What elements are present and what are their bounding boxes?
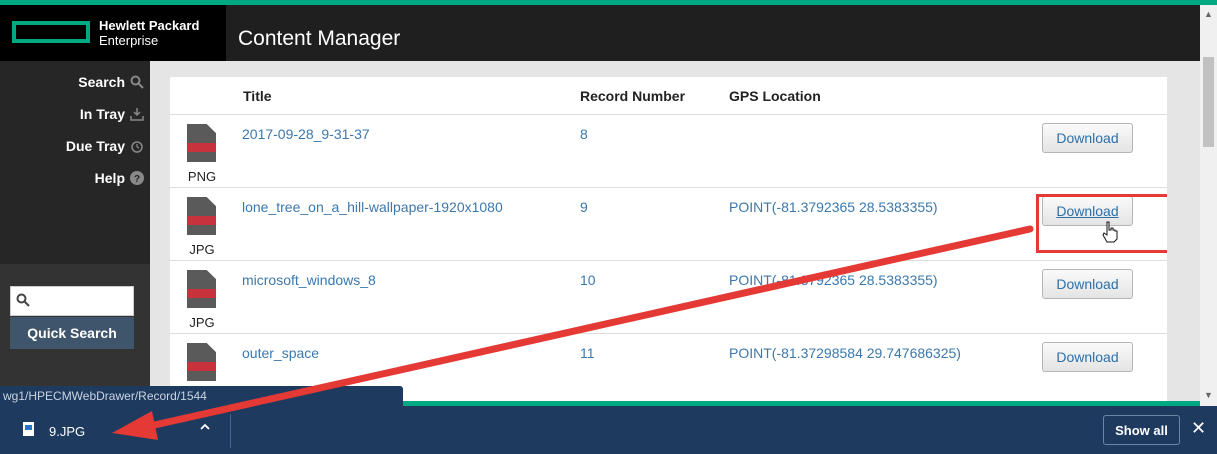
sidebar-item-label: Help	[94, 170, 125, 186]
scroll-up-arrow-icon[interactable]: ▲	[1204, 9, 1213, 19]
file-icon	[187, 270, 216, 308]
hand-cursor-icon	[1102, 221, 1118, 249]
hpe-rectangle-logo-icon	[12, 21, 90, 43]
table-row: JPG microsoft_windows_8 10 POINT(-81.379…	[170, 261, 1167, 334]
quick-search-panel: Quick Search	[0, 264, 150, 406]
record-title-link[interactable]: lone_tree_on_a_hill-wallpaper-1920x1080	[242, 199, 503, 215]
record-title-link[interactable]: outer_space	[242, 345, 319, 361]
file-icon	[187, 124, 216, 162]
help-icon: ?	[130, 171, 144, 185]
table-row: PNG 2017-09-28_9-31-37 8 Download	[170, 115, 1167, 188]
app-header: Hewlett Packard Enterprise Content Manag…	[0, 5, 1200, 61]
sidebar-item-search[interactable]: Search	[78, 71, 144, 93]
sidebar-item-in-tray[interactable]: In Tray	[80, 103, 144, 125]
record-number-link[interactable]: 11	[580, 345, 595, 361]
records-table: Title Record Number GPS Location PNG 201…	[170, 77, 1167, 417]
download-tray-icon	[130, 107, 144, 121]
gps-location: POINT(-81.3792365 28.5383355)	[729, 199, 938, 215]
quick-search-input[interactable]	[10, 286, 134, 316]
record-number-link[interactable]: 9	[580, 199, 588, 215]
download-button[interactable]: Download	[1042, 342, 1133, 372]
gps-location: POINT(-81.37298584 29.747686325)	[729, 345, 961, 361]
column-header-gps-location[interactable]: GPS Location	[729, 88, 821, 104]
file-icon	[187, 197, 216, 235]
downloaded-file-name[interactable]: 9.JPG	[49, 424, 85, 439]
table-row: JPG lone_tree_on_a_hill-wallpaper-1920x1…	[170, 188, 1167, 261]
gps-location: POINT(-81.3792365 28.5383355)	[729, 272, 938, 288]
download-item-separator	[230, 414, 231, 448]
scroll-thumb[interactable]	[1203, 57, 1214, 147]
app-title: Content Manager	[238, 27, 401, 50]
quick-search-button[interactable]: Quick Search	[10, 317, 134, 349]
record-number-link[interactable]: 8	[580, 126, 588, 142]
show-all-button[interactable]: Show all	[1103, 415, 1180, 445]
brand-logo[interactable]: Hewlett Packard Enterprise	[0, 5, 226, 61]
search-icon	[130, 75, 144, 89]
sidebar-item-label: In Tray	[79, 106, 125, 122]
file-icon	[187, 343, 216, 381]
record-title-link[interactable]: 2017-09-28_9-31-37	[242, 126, 370, 142]
sidebar-item-help[interactable]: Help ?	[95, 167, 144, 189]
page-scrollbar[interactable]: ▲ ▼	[1200, 5, 1217, 406]
search-icon	[16, 293, 30, 310]
image-file-icon	[23, 422, 34, 436]
brand-line-2: Enterprise	[99, 33, 159, 48]
sidebar-item-label: Search	[78, 74, 125, 90]
brand-name: Hewlett Packard Enterprise	[99, 18, 199, 48]
download-button[interactable]: Download	[1042, 269, 1133, 299]
status-bar-url: wg1/HPECMWebDrawer/Record/1544	[0, 386, 403, 406]
chevron-up-icon[interactable]	[199, 420, 211, 436]
file-extension: PNG	[187, 169, 217, 184]
svg-text:?: ?	[134, 174, 140, 185]
record-title-link[interactable]: microsoft_windows_8	[242, 272, 376, 288]
browser-download-bar: 9.JPG Show all ✕	[0, 406, 1217, 454]
record-number-link[interactable]: 10	[580, 272, 596, 288]
close-icon[interactable]: ✕	[1191, 418, 1206, 439]
download-button[interactable]: Download	[1042, 123, 1133, 153]
file-extension: JPG	[189, 242, 215, 257]
alarm-clock-icon	[130, 139, 144, 153]
column-header-record-number[interactable]: Record Number	[580, 88, 685, 104]
scroll-down-arrow-icon[interactable]: ▼	[1204, 390, 1213, 400]
sidebar: Search In Tray Due Tray Help ? Quick Sea…	[0, 61, 150, 406]
column-header-title[interactable]: Title	[243, 88, 272, 104]
file-extension: JPG	[189, 315, 215, 330]
main-content: Title Record Number GPS Location PNG 201…	[150, 61, 1200, 417]
brand-line-1: Hewlett Packard	[99, 18, 200, 33]
sidebar-item-label: Due Tray	[65, 138, 125, 154]
sidebar-item-due-tray[interactable]: Due Tray	[66, 135, 144, 157]
